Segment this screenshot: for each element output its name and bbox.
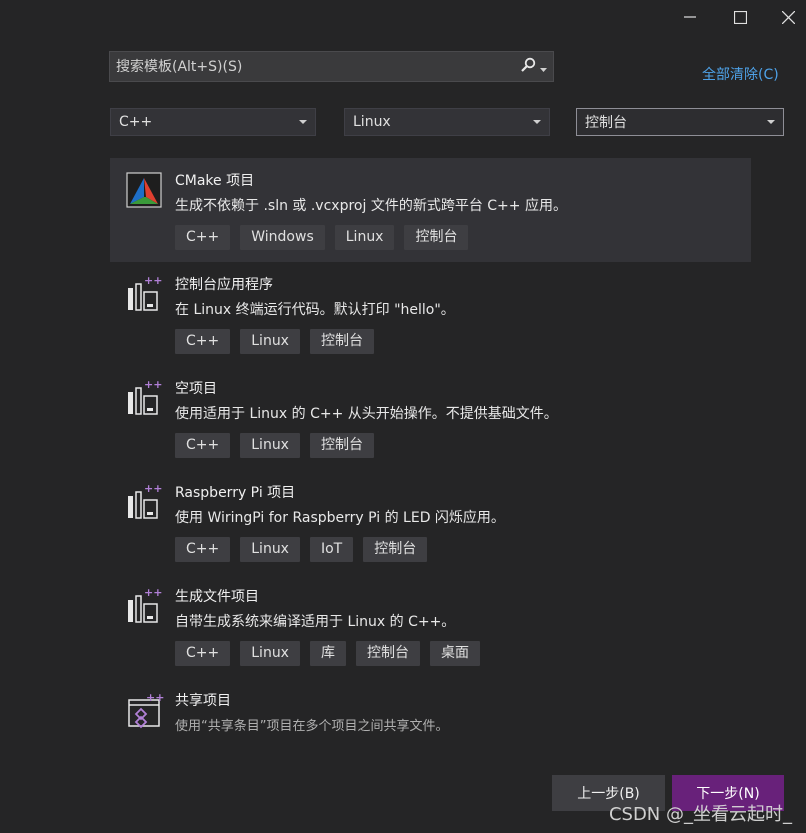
linux-cpp-project-icon: ++ [124,482,164,522]
tag: 控制台 [309,329,374,354]
platform-filter-value: Linux [353,114,391,130]
tag: Linux [240,329,300,354]
clear-all-link[interactable]: 全部清除(C) [702,64,779,84]
tag: 库 [309,641,346,666]
language-filter-value: C++ [119,114,153,130]
svg-text:++: ++ [146,691,164,704]
tag: 控制台 [404,225,469,250]
template-item-shared-project[interactable]: ++ 共享项目 使用“共享条目”项目在多个项目之间共享文件。 [110,678,751,758]
minimize-button[interactable] [677,6,703,28]
template-title: Raspberry Pi 项目 [175,485,296,501]
template-item-empty-project[interactable]: ++ 空项目 使用适用于 Linux 的 C++ 从头开始操作。不提供基础文件。… [110,366,751,470]
template-item-makefile-project[interactable]: ++ 生成文件项目 自带生成系统来编译适用于 Linux 的 C++。 C++ … [110,574,751,678]
tag: IoT [309,537,354,562]
project-type-filter-dropdown[interactable]: 控制台 [576,108,784,136]
search-options-button[interactable] [513,52,553,81]
template-description: 在 Linux 终端运行代码。默认打印 "hello"。 [175,302,455,318]
shared-project-icon: ++ [124,690,164,730]
tag: 桌面 [429,641,480,666]
tag: Linux [334,225,395,250]
tag: C++ [175,225,231,250]
platform-filter-dropdown[interactable]: Linux [344,108,550,136]
cmake-icon [124,170,164,210]
svg-text:++: ++ [144,274,162,287]
chevron-down-icon [539,57,547,76]
template-title: 控制台应用程序 [175,277,273,293]
template-description: 生成不依赖于 .sln 或 .vcxproj 文件的新式跨平台 C++ 应用。 [175,198,567,214]
linux-cpp-project-icon: ++ [124,274,164,314]
tag: 控制台 [355,641,420,666]
maximize-icon [733,10,747,24]
template-search-box [109,51,554,82]
template-tags: C++ Linux 控制台 [175,433,374,458]
tag: 控制台 [363,537,428,562]
search-icon [520,57,536,77]
tag: Windows [240,225,325,250]
search-input[interactable] [110,51,513,82]
template-title: 生成文件项目 [175,589,259,605]
svg-text:++: ++ [144,586,162,599]
watermark: CSDN @_坐看云起时_ [608,804,792,825]
language-filter-dropdown[interactable]: C++ [110,108,316,136]
tag: C++ [175,433,231,458]
template-item-raspberry-pi[interactable]: ++ Raspberry Pi 项目 使用 WiringPi for Raspb… [110,470,751,574]
svg-text:++: ++ [144,378,162,391]
template-title: 共享项目 [175,693,231,709]
minimize-icon [684,11,696,23]
template-item-cmake[interactable]: CMake 项目 生成不依赖于 .sln 或 .vcxproj 文件的新式跨平台… [110,158,751,262]
new-project-dialog: 全部清除(C) C++ Linux 控制台 CMake 项目 生成不依赖于 .s… [0,0,806,833]
template-description: 使用 WiringPi for Raspberry Pi 的 LED 闪烁应用。 [175,510,505,526]
tag: Linux [240,433,300,458]
tag: C++ [175,641,231,666]
chevron-down-icon [533,120,541,124]
tag: Linux [240,537,300,562]
template-description: 自带生成系统来编译适用于 Linux 的 C++。 [175,614,456,630]
tag: C++ [175,329,231,354]
chevron-down-icon [767,120,775,124]
template-description: 使用“共享条目”项目在多个项目之间共享文件。 [175,719,449,734]
maximize-button[interactable] [727,6,753,28]
linux-cpp-project-icon: ++ [124,586,164,626]
project-type-filter-value: 控制台 [585,115,627,131]
template-item-console-app[interactable]: ++ 控制台应用程序 在 Linux 终端运行代码。默认打印 "hello"。 … [110,262,751,366]
template-tags: C++ Linux IoT 控制台 [175,537,428,562]
close-icon [781,10,795,24]
template-title: 空项目 [175,381,217,397]
chevron-down-icon [299,120,307,124]
template-description: 使用适用于 Linux 的 C++ 从头开始操作。不提供基础文件。 [175,406,558,422]
template-tags: C++ Linux 库 控制台 桌面 [175,641,480,666]
svg-text:++: ++ [144,482,162,495]
template-tags: C++ Windows Linux 控制台 [175,225,469,250]
template-title: CMake 项目 [175,173,255,189]
tag: 控制台 [309,433,374,458]
close-button[interactable] [775,6,801,28]
template-list: CMake 项目 生成不依赖于 .sln 或 .vcxproj 文件的新式跨平台… [110,158,751,758]
linux-cpp-project-icon: ++ [124,378,164,418]
template-tags: C++ Linux 控制台 [175,329,374,354]
tag: Linux [240,641,300,666]
tag: C++ [175,537,231,562]
